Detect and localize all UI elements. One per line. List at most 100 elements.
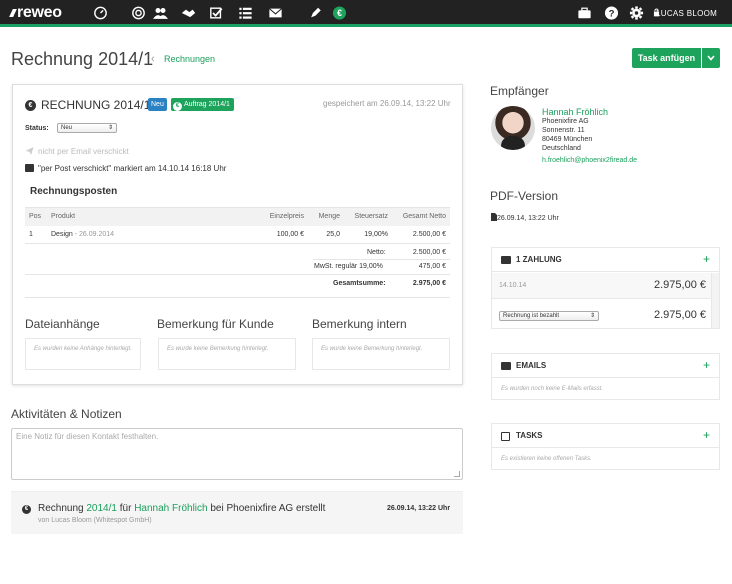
activity-text-suffix: bei Phoenixfire AG erstellt: [207, 503, 326, 514]
row-product: Design - 26.09.2014: [47, 225, 262, 244]
add-payment-icon[interactable]: +: [703, 252, 710, 266]
payment-amount: 2.975,00 €: [654, 279, 706, 291]
mail-icon[interactable]: [267, 6, 283, 20]
activity-text-for: für: [116, 503, 135, 514]
avatar: [491, 106, 535, 150]
customer-note-box[interactable]: Es wurde keine Bemerkung hinterlegt.: [158, 338, 296, 370]
add-task-dropdown[interactable]: [702, 48, 720, 68]
saved-timestamp: gespeichert am 26.09.14, 13:22 Uhr: [323, 99, 451, 108]
briefcase-icon[interactable]: [576, 6, 592, 20]
row-pos: 1: [25, 225, 47, 244]
attachments-dropzone[interactable]: Es wurden keine Anhänge hinterlegt.: [25, 338, 141, 370]
dashboard-icon[interactable]: [92, 6, 108, 20]
checklist-icon[interactable]: [208, 6, 224, 20]
gear-icon[interactable]: [628, 6, 644, 20]
activity-entry: € Rechnung 2014/1 für Hannah Fröhlich be…: [11, 491, 463, 534]
select-arrows-icon: ⇕: [107, 125, 113, 131]
col-pos: Pos: [25, 207, 47, 226]
payment-status-select-value: Rechnung ist bezahlt: [503, 313, 560, 319]
post-status-line: "per Post verschickt" markiert am 14.10.…: [25, 164, 226, 173]
payments-header: 1 ZAHLUNG +: [492, 248, 719, 272]
activity-text-prefix: Rechnung: [38, 503, 87, 514]
payment-row[interactable]: 14.10.14 2.975,00 €: [492, 273, 713, 299]
email-status-line: nicht per Email verschickt: [25, 147, 129, 156]
svg-text:€: €: [337, 8, 342, 18]
contact-email-link[interactable]: h.froehlich@phoenix2firead.de: [542, 157, 637, 164]
col-price: Einzelpreis: [262, 207, 308, 226]
tasks-panel: TASKS + Es existieren keine offenen Task…: [491, 423, 720, 470]
order-badge-label: Auftrag 2014/1: [184, 101, 230, 108]
user-menu[interactable]: LUCAS BLOOM: [656, 9, 717, 18]
emails-header: EMAILS +: [492, 354, 719, 378]
tasks-empty: Es existieren keine offenen Tasks.: [501, 456, 592, 462]
internal-note-box[interactable]: Es wurde keine Bemerkung hinterlegt.: [312, 338, 450, 370]
tasks-header: TASKS +: [492, 424, 719, 448]
invoice-items-table: Pos Produkt Einzelpreis Menge Steuersatz…: [25, 207, 450, 244]
row-tax: 19,00%: [344, 225, 392, 244]
invoice-euro-icon: €: [22, 505, 31, 514]
recipient-heading: Empfänger: [490, 84, 549, 98]
payments-panel: 1 ZAHLUNG + 14.10.14 2.975,00 € Rechnung…: [491, 247, 720, 329]
cash-icon: [501, 256, 511, 264]
col-total: Gesamt Netto: [392, 207, 450, 226]
table-row[interactable]: 1 Design - 26.09.2014 100,00 € 25,0 19,0…: [25, 225, 450, 244]
contact-city: 80469 München: [542, 136, 593, 143]
email-status-text: nicht per Email verschickt: [38, 147, 129, 156]
post-status-text: "per Post verschickt" markiert am 14.10.…: [38, 164, 227, 173]
page-title: Rechnung 2014/1: [11, 49, 154, 69]
chevron-left-icon[interactable]: ‹: [151, 53, 155, 65]
svg-text:?: ?: [608, 9, 614, 20]
activity-contact-link[interactable]: Hannah Fröhlich: [134, 503, 207, 514]
send-icon: [25, 147, 34, 155]
reweo-logo[interactable]: reweo: [9, 4, 62, 22]
note-input[interactable]: Eine Notiz für diesen Kontakt festhalten…: [11, 428, 463, 480]
note-input-placeholder: Eine Notiz für diesen Kontakt festhalten…: [16, 432, 159, 441]
help-icon[interactable]: ?: [603, 6, 619, 20]
invoice-euro-icon: €: [25, 100, 36, 111]
target-icon[interactable]: [130, 6, 146, 20]
status-select[interactable]: Neu ⇕: [57, 123, 117, 133]
internal-note-heading: Bemerkung intern: [312, 317, 407, 331]
mwst-value: 475,00 €: [418, 263, 446, 270]
row-product-name: Design: [51, 230, 73, 238]
euro-icon[interactable]: €: [331, 6, 347, 20]
contact-name-link[interactable]: Hannah Fröhlich: [542, 107, 608, 117]
total-value: 2.975,00 €: [412, 280, 446, 287]
col-qty: Menge: [308, 207, 344, 226]
breadcrumb-rechnungen[interactable]: Rechnungen: [164, 54, 215, 64]
handshake-icon[interactable]: [180, 6, 196, 20]
contacts-icon[interactable]: [152, 6, 168, 20]
list-icon[interactable]: [237, 6, 253, 20]
tasks-title: TASKS: [516, 431, 543, 440]
contact-company: Phoenixfire AG: [542, 118, 589, 125]
add-task-button[interactable]: Task anfügen: [632, 48, 701, 68]
contact-country: Deutschland: [542, 145, 581, 152]
contact-street: Sonnenstr. 11: [542, 127, 585, 134]
pdf-file-label: 26.09.14, 13:22 Uhr: [497, 215, 559, 222]
resize-handle-icon[interactable]: [454, 471, 460, 477]
status-label: Status:: [25, 125, 49, 132]
invoice-card: € RECHNUNG 2014/1 Neu € Auftrag 2014/1 ge…: [12, 84, 463, 385]
netto-label: Netto:: [367, 249, 386, 256]
col-product: Produkt: [47, 207, 262, 226]
envelope-icon: [501, 362, 511, 370]
status-badge: Neu: [148, 98, 167, 111]
add-task-icon[interactable]: +: [703, 428, 710, 442]
divider: [25, 274, 450, 275]
status-select-value: Neu: [61, 125, 73, 131]
pdf-download[interactable]: 26.09.14, 13:22 Uhr: [491, 213, 559, 222]
activity-invoice-link[interactable]: 2014/1: [86, 503, 117, 514]
pen-icon[interactable]: [307, 6, 323, 20]
table-header-row: Pos Produkt Einzelpreis Menge Steuersatz…: [25, 207, 450, 226]
add-email-icon[interactable]: +: [703, 358, 710, 372]
scrollbar[interactable]: [711, 273, 719, 328]
payment-date: 14.10.14: [499, 282, 527, 289]
invoice-title: RECHNUNG 2014/1: [41, 98, 151, 112]
chevron-down-icon: [707, 55, 715, 61]
netto-value: 2.500,00 €: [412, 249, 446, 256]
col-tax: Steuersatz: [344, 207, 392, 226]
order-badge[interactable]: € Auftrag 2014/1: [171, 98, 234, 111]
payment-status-select[interactable]: Rechnung ist bezahlt ⇕: [499, 311, 599, 321]
emails-panel: EMAILS + Es wurden noch keine E-Mails er…: [491, 353, 720, 400]
activity-author: von Lucas Bloom (Whitespot GmbH): [38, 517, 152, 524]
